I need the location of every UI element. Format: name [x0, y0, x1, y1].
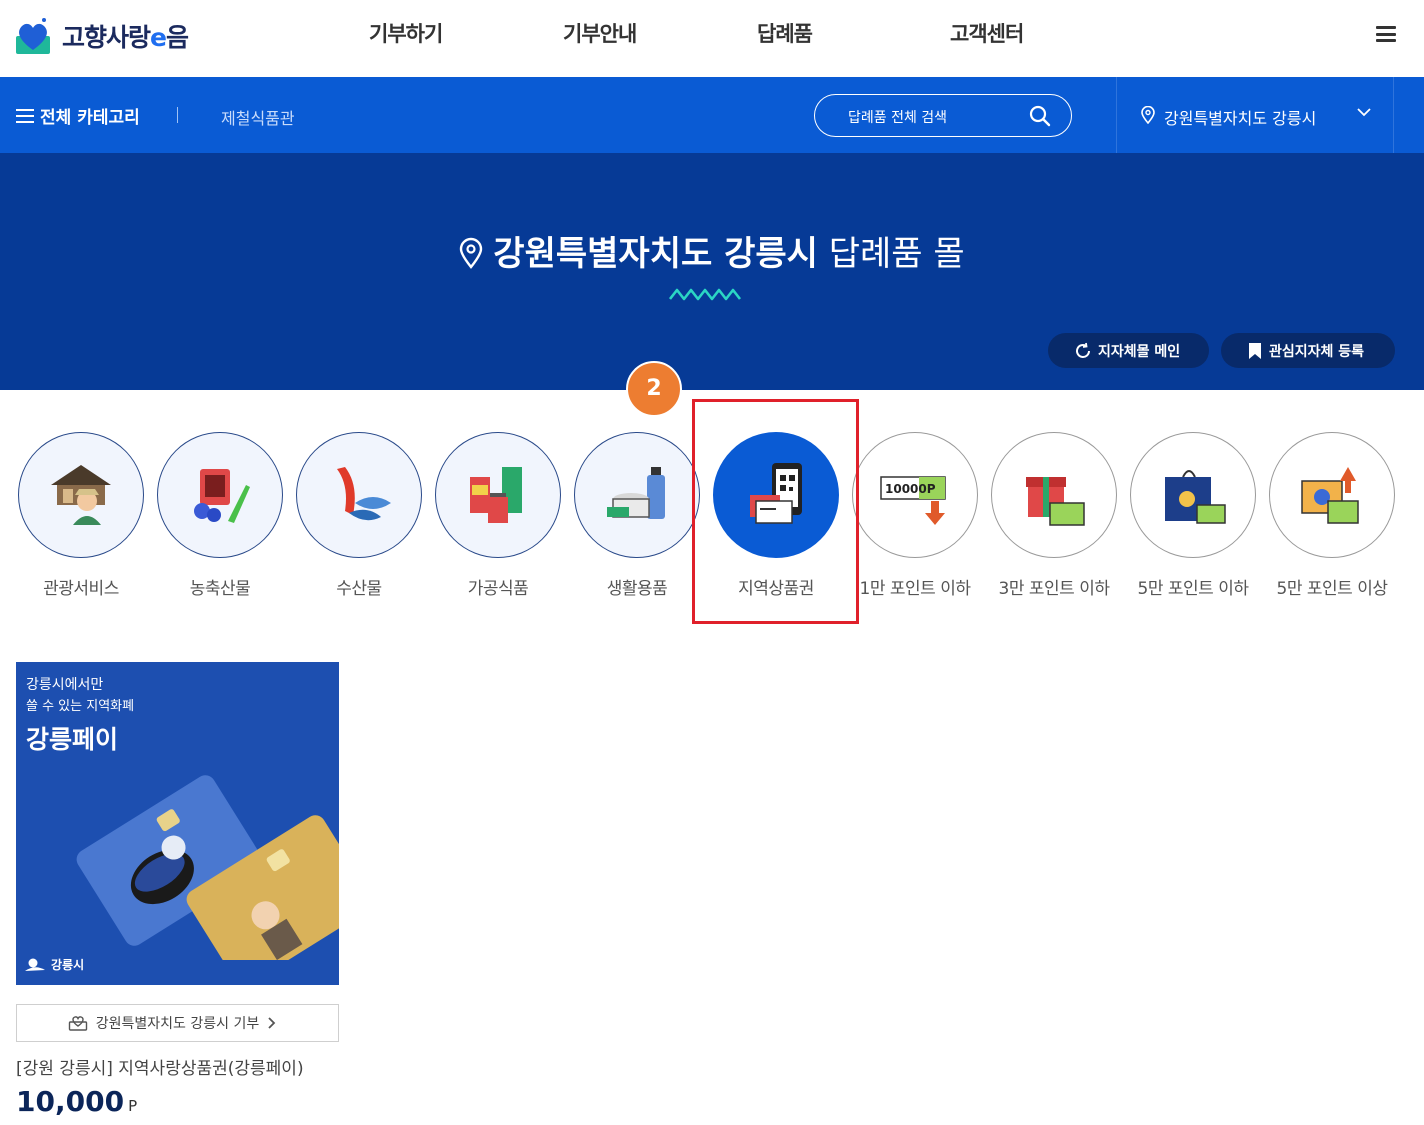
nav-gifts[interactable]: 답례품	[757, 18, 813, 48]
donation-box-icon	[68, 1016, 87, 1031]
favorite-region-label: 관심지자체 등록	[1269, 343, 1365, 360]
category-label: 5만 포인트 이하	[1137, 579, 1249, 599]
category-under-30000-points[interactable]: 3만 포인트 이하	[991, 432, 1117, 599]
refresh-icon	[1076, 342, 1090, 358]
chevron-right-icon	[268, 1017, 276, 1029]
category-label: 가공식품	[467, 579, 529, 599]
local-mall-main-button[interactable]: 지자체몰 메인	[1048, 333, 1209, 368]
product-image-line2: 쓸 수 있는 지역화폐	[26, 699, 135, 714]
location-pin-icon	[1141, 106, 1155, 124]
tourism-icon	[18, 432, 144, 558]
product-price: 10,000 P	[16, 1085, 137, 1118]
seafood-icon	[296, 432, 422, 558]
search-placeholder: 답례품 전체 검색	[848, 110, 948, 126]
step-badge: 2	[626, 361, 682, 417]
location-pin-icon	[460, 237, 483, 269]
site-logo[interactable]: 고향사랑e음	[14, 14, 189, 58]
category-tourism[interactable]: 관광서비스	[18, 432, 144, 599]
highlight-box	[692, 399, 859, 624]
product-name[interactable]: [강원 강릉시] 지역사랑상품권(강릉페이)	[16, 1054, 304, 1079]
search-icon[interactable]	[1029, 105, 1051, 127]
category-label: 3만 포인트 이하	[998, 579, 1110, 599]
category-agriculture[interactable]: 농축산물	[157, 432, 283, 599]
category-label: 5만 포인트 이상	[1276, 579, 1388, 599]
category-processed-food[interactable]: 가공식품	[435, 432, 561, 599]
shopping-bag-icon	[1130, 432, 1256, 558]
gift-search-input[interactable]: 답례품 전체 검색	[814, 94, 1072, 137]
hero-title: 강원특별자치도 강릉시 답례품 몰	[0, 226, 1424, 275]
wave-divider	[669, 288, 742, 301]
agriculture-icon	[157, 432, 283, 558]
processed-food-icon	[435, 432, 561, 558]
hero-title-suffix: 답례품 몰	[828, 234, 965, 274]
all-categories-label: 전체 카테고리	[40, 108, 140, 128]
category-under-50000-points[interactable]: 5만 포인트 이하	[1130, 432, 1256, 599]
region-select[interactable]: 강원특별자치도 강릉시	[1116, 77, 1394, 153]
category-label: 생활용품	[606, 579, 668, 599]
chevron-down-icon	[1357, 108, 1371, 117]
category-label: 1만 포인트 이하	[859, 579, 971, 599]
region-donate-button[interactable]: 강원특별자치도 강릉시 기부	[16, 1004, 339, 1042]
all-categories-button[interactable]: 전체 카테고리	[16, 103, 140, 128]
city-logo-icon	[25, 958, 45, 971]
category-under-10000-points[interactable]: 10000P 1만 포인트 이하	[852, 432, 978, 599]
category-label: 농축산물	[189, 579, 251, 599]
category-household-goods[interactable]: 생활용품	[574, 432, 700, 599]
logo-heart-icon	[16, 18, 50, 54]
product-image-line1: 강릉시에서만	[26, 677, 104, 693]
divider	[177, 107, 178, 123]
svg-text:10000P: 10000P	[885, 482, 936, 496]
gift-box-icon	[991, 432, 1117, 558]
favorite-region-button[interactable]: 관심지자체 등록	[1221, 333, 1395, 368]
premium-gift-icon	[1269, 432, 1395, 558]
top-header: 고향사랑e음 기부하기 기부안내 답례품 고객센터	[0, 0, 1424, 77]
hero-region-name: 강원특별자치도 강릉시	[493, 234, 818, 274]
points-10000-icon: 10000P	[852, 432, 978, 558]
bookmark-icon	[1249, 342, 1261, 359]
region-donate-label: 강원특별자치도 강릉시 기부	[95, 1016, 260, 1032]
hamburger-icon[interactable]	[1376, 26, 1396, 42]
local-mall-main-label: 지자체몰 메인	[1098, 343, 1181, 360]
category-over-50000-points[interactable]: 5만 포인트 이상	[1269, 432, 1395, 599]
household-goods-icon	[574, 432, 700, 558]
product-image[interactable]: 강릉시에서만 쓸 수 있는 지역화폐 강릉페이 강릉시	[16, 662, 339, 985]
nav-donation-guide[interactable]: 기부안내	[563, 18, 637, 48]
region-select-value: 강원특별자치도 강릉시	[1164, 109, 1317, 128]
menu-icon	[16, 108, 34, 123]
product-image-brand: 강릉시	[24, 956, 84, 973]
product-image-title: 강릉페이	[26, 725, 119, 754]
category-seafood[interactable]: 수산물	[296, 432, 422, 599]
nav-donate[interactable]: 기부하기	[369, 18, 443, 48]
seasonal-food-link[interactable]: 제철식품관	[221, 105, 295, 129]
nav-customer-center[interactable]: 고객센터	[950, 18, 1024, 48]
product-price-unit: P	[128, 1097, 138, 1115]
logo-text: 고향사랑e음	[62, 23, 189, 52]
payment-cards-illustration	[76, 775, 339, 960]
category-navbar: 전체 카테고리 제철식품관 답례품 전체 검색 강원특별자치도 강릉시	[0, 77, 1424, 153]
region-hero-banner: 강원특별자치도 강릉시 답례품 몰 지자체몰 메인 관심지자체 등록	[0, 153, 1424, 390]
product-price-value: 10,000	[16, 1085, 125, 1118]
category-label: 관광서비스	[43, 579, 119, 599]
category-label: 수산물	[336, 579, 382, 599]
